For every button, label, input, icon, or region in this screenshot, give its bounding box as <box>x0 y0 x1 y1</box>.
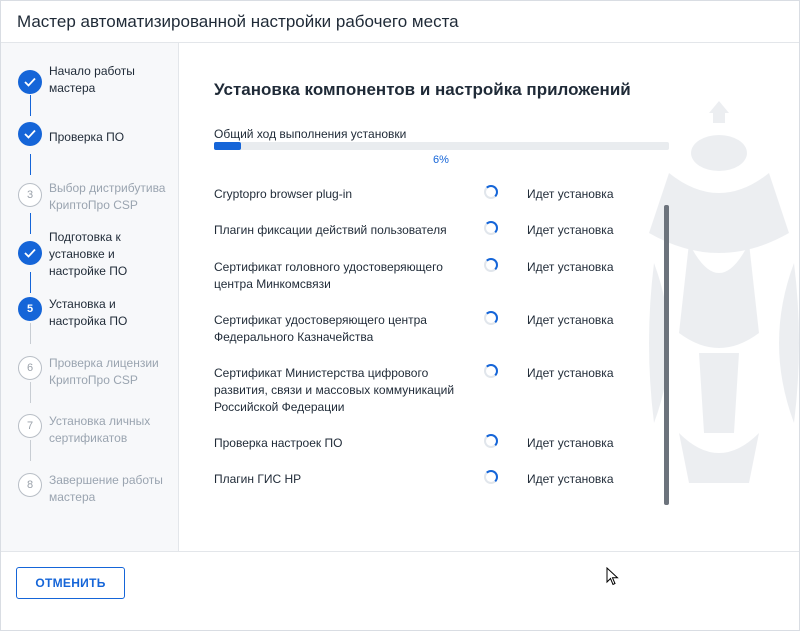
cancel-button[interactable]: ОТМЕНИТЬ <box>16 567 125 599</box>
progress-label: Общий ход выполнения установки <box>214 127 407 141</box>
component-name: Плагин фиксации действий пользователя <box>214 223 447 237</box>
overall-progress-bar <box>214 142 669 150</box>
footer-bar: ОТМЕНИТЬ <box>1 551 799 630</box>
progress-fill <box>214 142 242 150</box>
mouse-cursor-icon <box>606 567 619 586</box>
title-bar: Мастер автоматизированной настройки рабо… <box>1 1 799 43</box>
section-heading: Установка компонентов и настройка прилож… <box>214 80 631 99</box>
check-icon <box>18 122 42 146</box>
loading-spinner-icon <box>484 221 498 235</box>
component-name: Сертификат удостоверяющего центра Федера… <box>214 313 427 344</box>
step-connector <box>30 272 31 293</box>
component-status: Идет установка <box>527 436 614 450</box>
step-connector <box>30 382 31 403</box>
step-number-badge: 6 <box>18 356 42 380</box>
step-label: Начало работы мастера <box>49 64 135 95</box>
step-number-badge: 3 <box>18 183 42 207</box>
step-number-badge: 8 <box>18 473 42 497</box>
component-status: Идет установка <box>527 223 614 237</box>
component-status: Идет установка <box>527 366 614 380</box>
step-label: Подготовка к установке и настройке ПО <box>49 230 128 278</box>
step-connector <box>30 323 31 344</box>
loading-spinner-icon <box>484 470 498 484</box>
component-name: Сертификат головного удостоверяющего цен… <box>214 260 443 291</box>
check-icon <box>18 70 42 94</box>
component-status: Идет установка <box>527 472 614 486</box>
step-connector <box>30 440 31 461</box>
loading-spinner-icon <box>484 185 498 199</box>
wizard-window: Мастер автоматизированной настройки рабо… <box>0 0 800 631</box>
step-label: Выбор дистрибутива КриптоПро CSP <box>49 181 166 212</box>
component-status: Идет установка <box>527 313 614 327</box>
loading-spinner-icon <box>484 311 498 325</box>
main-panel: Установка компонентов и настройка прилож… <box>179 43 799 551</box>
step-label: Установка и настройка ПО <box>49 297 128 328</box>
step-connector <box>30 154 31 175</box>
emblem-watermark <box>649 101 799 483</box>
component-status: Идет установка <box>527 187 614 201</box>
loading-spinner-icon <box>484 364 498 378</box>
component-name: Сертификат Министерства цифрового развит… <box>214 366 455 414</box>
step-label: Проверка лицензии КриптоПро CSP <box>49 356 159 387</box>
step-connector <box>30 213 31 234</box>
step-number-badge: 5 <box>18 297 42 321</box>
steps-sidebar: Начало работы мастера Проверка ПО 3 Выбо… <box>1 43 179 551</box>
loading-spinner-icon <box>484 258 498 272</box>
window-title: Мастер автоматизированной настройки рабо… <box>17 12 459 31</box>
step-label: Завершение работы мастера <box>49 473 163 504</box>
list-scrollbar[interactable] <box>664 205 669 505</box>
component-name: Проверка настроек ПО <box>214 436 343 450</box>
component-name: Плагин ГИС НР <box>214 472 302 486</box>
step-connector <box>30 95 31 116</box>
check-icon <box>18 241 42 265</box>
component-name: Cryptopro browser plug-in <box>214 187 353 201</box>
loading-spinner-icon <box>484 434 498 448</box>
progress-percent: 6% <box>433 154 449 166</box>
step-label: Установка личных сертификатов <box>49 414 151 445</box>
step-label: Проверка ПО <box>49 130 125 144</box>
step-number-badge: 7 <box>18 414 42 438</box>
component-status: Идет установка <box>527 260 614 274</box>
